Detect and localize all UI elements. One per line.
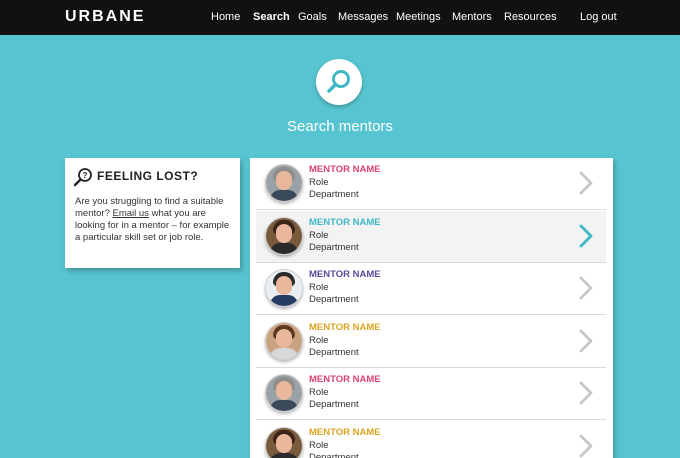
chevron-right-icon[interactable] xyxy=(578,329,594,353)
nav-goals[interactable]: Goals xyxy=(298,11,327,23)
mentor-avatar xyxy=(265,322,303,360)
mentor-role: Role xyxy=(309,177,329,188)
mentor-name: MENTOR NAME xyxy=(309,269,381,280)
nav-search[interactable]: Search xyxy=(253,11,290,23)
chevron-right-icon[interactable] xyxy=(578,224,594,248)
mentor-avatar xyxy=(265,427,303,458)
feeling-lost-header: ? FEELING LOST? xyxy=(73,167,238,187)
mentor-role: Role xyxy=(309,440,329,451)
mentor-avatar xyxy=(265,164,303,202)
mentor-list: MENTOR NAMERoleDepartmentMENTOR NAMERole… xyxy=(250,158,613,458)
mentor-role: Role xyxy=(309,282,329,293)
top-navigation-bar: URBANE Home Search Goals Messages Meetin… xyxy=(0,0,680,35)
feeling-lost-text: Are you struggling to find a suitable me… xyxy=(75,196,235,244)
mentor-avatar xyxy=(265,269,303,307)
question-magnifier-icon: ? xyxy=(73,167,93,187)
nav-messages[interactable]: Messages xyxy=(338,11,388,23)
mentor-row[interactable]: MENTOR NAME RoleDepartment xyxy=(256,316,606,368)
search-hero-badge xyxy=(316,59,362,105)
mentor-name: MENTOR NAME xyxy=(309,217,381,228)
nav-meetings[interactable]: Meetings xyxy=(396,11,441,23)
feeling-lost-card: ? FEELING LOST? Are you struggling to fi… xyxy=(65,158,240,268)
mentor-role: Role xyxy=(309,335,329,346)
mentor-row[interactable]: MENTOR NAME RoleDepartment xyxy=(256,211,606,263)
mentor-row[interactable]: MENTOR NAME RoleDepartment xyxy=(256,158,606,210)
mentor-name: MENTOR NAME xyxy=(309,374,381,385)
search-icon xyxy=(325,68,353,96)
mentor-name: MENTOR NAME xyxy=(309,427,381,438)
svg-text:?: ? xyxy=(83,171,88,180)
urbane-logo[interactable]: URBANE xyxy=(65,8,145,26)
feeling-lost-title: FEELING LOST? xyxy=(97,169,198,183)
mentor-department: Department xyxy=(309,452,359,458)
chevron-right-icon[interactable] xyxy=(578,171,594,195)
email-us-link[interactable]: Email us xyxy=(113,208,149,219)
mentor-role: Role xyxy=(309,387,329,398)
mentor-avatar xyxy=(265,374,303,412)
mentor-department: Department xyxy=(309,294,359,305)
nav-home[interactable]: Home xyxy=(211,11,240,23)
chevron-right-icon[interactable] xyxy=(578,381,594,405)
mentor-department: Department xyxy=(309,347,359,358)
page-title: Search mentors xyxy=(0,118,680,135)
chevron-right-icon[interactable] xyxy=(578,276,594,300)
mentor-department: Department xyxy=(309,189,359,200)
mentor-role: Role xyxy=(309,230,329,241)
mentor-name: MENTOR NAME xyxy=(309,164,381,175)
mentor-avatar xyxy=(265,217,303,255)
mentor-row[interactable]: MENTOR NAME RoleDepartment xyxy=(256,368,606,420)
nav-mentors[interactable]: Mentors xyxy=(452,11,492,23)
mentor-department: Department xyxy=(309,399,359,410)
mentor-department: Department xyxy=(309,242,359,253)
mentor-name: MENTOR NAME xyxy=(309,322,381,333)
logout-link[interactable]: Log out xyxy=(580,11,617,23)
mentor-row[interactable]: MENTOR NAME RoleDepartment xyxy=(256,421,606,458)
mentor-row[interactable]: MENTOR NAME RoleDepartment xyxy=(256,263,606,315)
nav-resources[interactable]: Resources xyxy=(504,11,557,23)
